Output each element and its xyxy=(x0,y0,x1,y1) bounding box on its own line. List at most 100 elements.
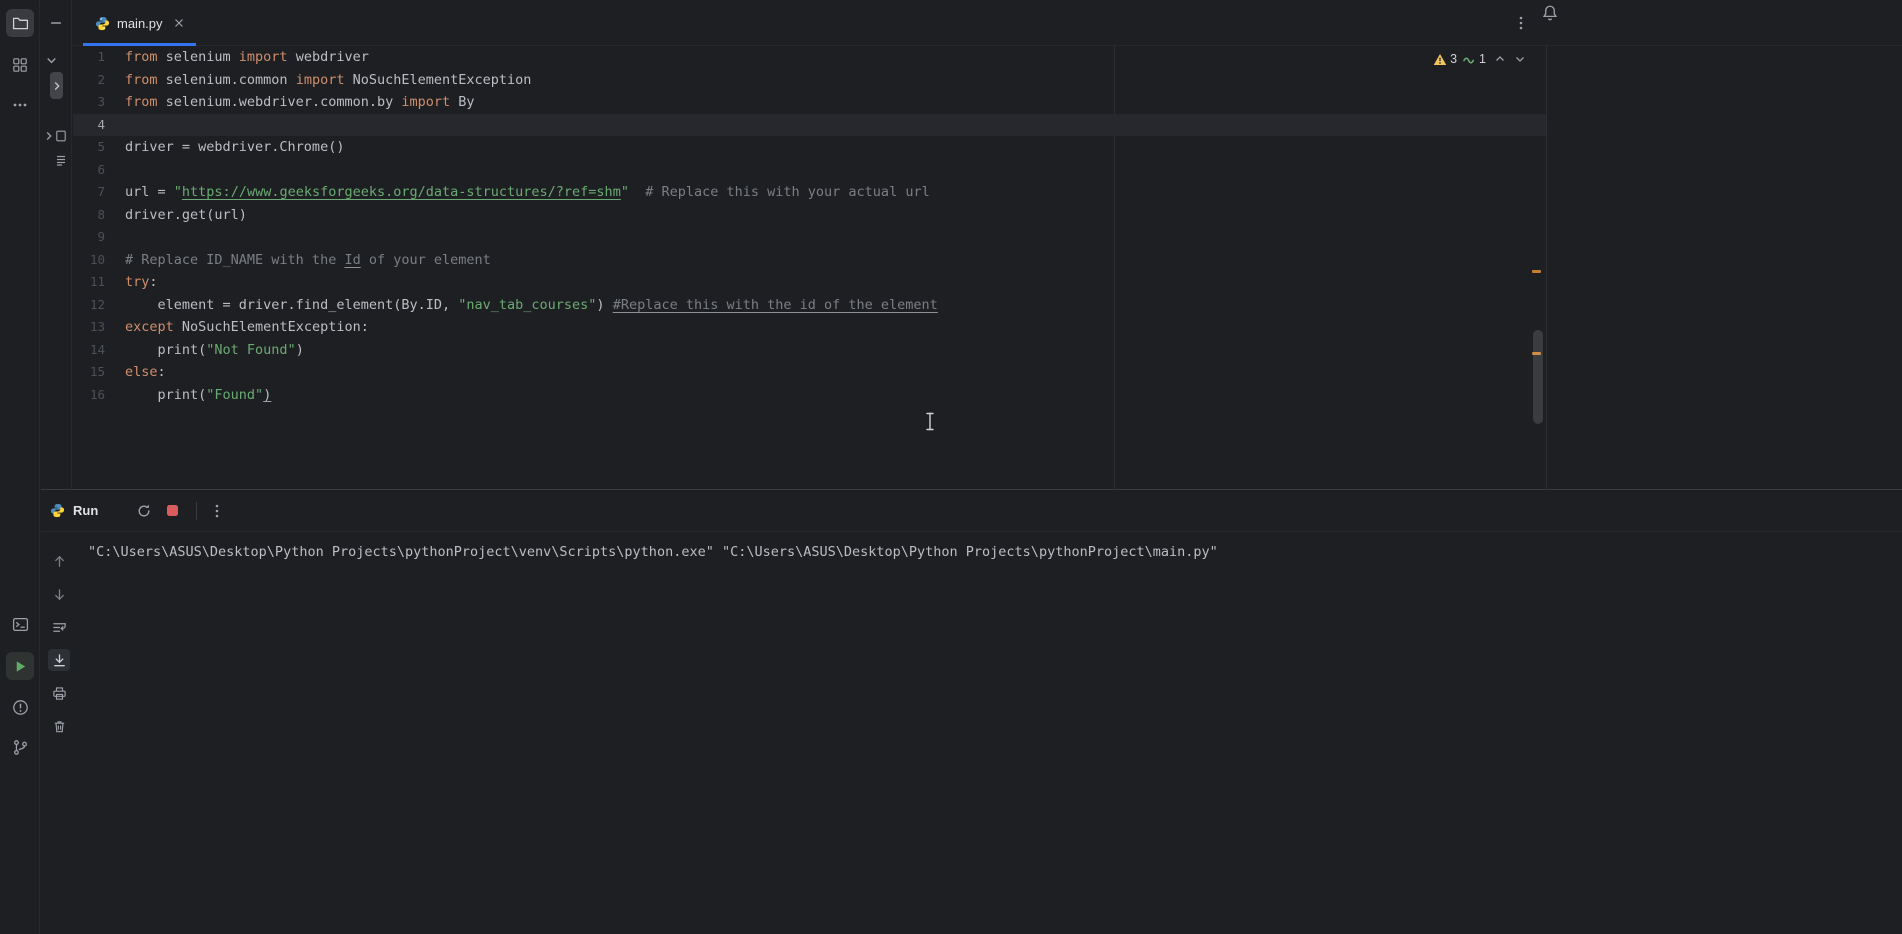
file-icon[interactable] xyxy=(55,130,67,142)
python-icon xyxy=(95,16,110,31)
warnings-indicator[interactable]: 3 xyxy=(1433,52,1457,66)
scrollbar-warning-mark[interactable] xyxy=(1532,270,1541,273)
close-icon[interactable] xyxy=(174,18,184,28)
sidebar-item-terminal[interactable] xyxy=(6,610,34,638)
line-number[interactable]: 13 xyxy=(73,316,113,339)
minimize-icon[interactable] xyxy=(50,17,62,29)
code-line[interactable]: 12 element = driver.find_element(By.ID, … xyxy=(73,294,1546,317)
sidebar-item-problems[interactable] xyxy=(6,693,34,721)
code-text: url = "https://www.geeksforgeeks.org/dat… xyxy=(125,184,930,200)
structure-icon xyxy=(12,57,28,73)
code-line[interactable]: 8 driver.get(url) xyxy=(73,204,1546,227)
code-line[interactable]: 14 print("Not Found") xyxy=(73,339,1546,362)
code-text: element = driver.find_element(By.ID, "na… xyxy=(125,296,938,313)
line-number[interactable]: 2 xyxy=(73,69,113,92)
code-text: else: xyxy=(125,364,166,380)
code-line[interactable]: 13 except NoSuchElementException: xyxy=(73,316,1546,339)
editor-scrollbar-thumb[interactable] xyxy=(1533,330,1543,424)
tab-label: main.py xyxy=(117,15,163,31)
soft-wrap-icon[interactable] xyxy=(48,616,70,638)
code-line[interactable]: 10 # Replace ID_NAME with the Id of your … xyxy=(73,249,1546,272)
git-branch-icon xyxy=(12,739,29,756)
arrow-up-icon[interactable] xyxy=(48,550,70,572)
code-text: except NoSuchElementException: xyxy=(125,319,369,335)
sidebar-item-more-tool-windows[interactable] xyxy=(6,91,34,119)
folder-icon xyxy=(12,15,29,32)
line-number[interactable]: 16 xyxy=(73,384,113,407)
kebab-icon[interactable] xyxy=(205,499,229,523)
line-number[interactable]: 9 xyxy=(73,226,113,249)
clear-icon[interactable] xyxy=(48,715,70,737)
kebab-icon[interactable] xyxy=(1513,15,1529,31)
right-empty-panel xyxy=(1546,46,1902,489)
list-icon[interactable] xyxy=(55,154,67,166)
code-text: driver.get(url) xyxy=(125,206,247,223)
code-lines: 1 from selenium import webdriver 2 from sel… xyxy=(73,46,1546,406)
code-text: try: xyxy=(125,274,158,290)
code-text: from selenium.common import NoSuchElemen… xyxy=(125,71,532,88)
problems-icon xyxy=(12,699,29,716)
console-output[interactable]: "C:\Users\ASUS\Desktop\Python Projects\p… xyxy=(77,532,1902,934)
rerun-icon[interactable] xyxy=(132,499,156,523)
project-tool-window-strip xyxy=(41,0,72,489)
line-number[interactable]: 15 xyxy=(73,361,113,384)
warning-count: 3 xyxy=(1450,52,1458,66)
line-number[interactable]: 5 xyxy=(73,136,113,159)
run-icon xyxy=(13,659,28,674)
sidebar-item-structure[interactable] xyxy=(6,51,34,79)
run-tool-window: Run "C:\Users\ASUS\Desktop\Python Projec… xyxy=(41,489,1902,934)
chevron-right-icon[interactable] xyxy=(43,130,55,142)
chevron-down-icon[interactable] xyxy=(1514,53,1526,65)
code-line[interactable]: 11 try: xyxy=(73,271,1546,294)
chevron-right-icon[interactable] xyxy=(51,80,63,92)
code-line[interactable]: 15 else: xyxy=(73,361,1546,384)
editor-tab-bar: main.py xyxy=(73,0,1902,46)
run-panel-title: Run xyxy=(73,503,99,518)
line-number[interactable]: 7 xyxy=(73,181,113,204)
line-number[interactable]: 12 xyxy=(73,294,113,317)
code-line[interactable]: 9 xyxy=(73,226,1546,249)
code-line[interactable]: 16 print("Found") xyxy=(73,384,1546,407)
print-icon[interactable] xyxy=(48,682,70,704)
terminal-icon xyxy=(12,616,29,633)
code-text: driver = webdriver.Chrome() xyxy=(125,139,345,155)
line-number[interactable]: 14 xyxy=(73,339,113,362)
code-text: from selenium import webdriver xyxy=(125,49,369,65)
line-number[interactable]: 8 xyxy=(73,204,113,227)
code-line[interactable]: 7 url = "https://www.geeksforgeeks.org/da… xyxy=(73,181,1546,204)
line-number[interactable]: 1 xyxy=(73,46,113,69)
console-toolbar xyxy=(41,532,77,934)
code-line[interactable]: 4 xyxy=(73,113,1546,137)
code-line[interactable]: 5 driver = webdriver.Chrome() xyxy=(73,136,1546,159)
code-text: from selenium.webdriver.common.by import… xyxy=(125,94,475,110)
code-editor[interactable]: 1 from selenium import webdriver 2 from sel… xyxy=(73,46,1546,489)
chevron-down-icon[interactable] xyxy=(45,54,58,67)
typo-count: 1 xyxy=(1479,52,1486,66)
stop-icon[interactable] xyxy=(160,499,184,523)
sidebar-item-project[interactable] xyxy=(6,9,34,37)
typos-indicator[interactable]: 1 xyxy=(1463,52,1486,66)
sidebar-item-run[interactable] xyxy=(6,652,34,680)
code-line[interactable]: 1 from selenium import webdriver xyxy=(73,46,1546,69)
sidebar-item-version-control[interactable] xyxy=(6,733,34,761)
console-line[interactable]: "C:\Users\ASUS\Desktop\Python Projects\p… xyxy=(88,542,1902,562)
run-header: Run xyxy=(41,490,1902,532)
code-text: print("Found") xyxy=(125,386,272,403)
line-number[interactable]: 11 xyxy=(73,271,113,294)
line-number[interactable]: 6 xyxy=(73,159,113,182)
scroll-to-end-icon[interactable] xyxy=(48,649,70,671)
tab-main-py[interactable]: main.py xyxy=(83,0,196,46)
bell-icon[interactable] xyxy=(1541,4,1559,22)
inspection-widget: 3 1 xyxy=(1429,50,1530,68)
line-number[interactable]: 3 xyxy=(73,91,113,114)
code-line[interactable]: 6 xyxy=(73,159,1546,182)
more-icon xyxy=(12,97,28,113)
code-line[interactable]: 2 from selenium.common import NoSuchEleme… xyxy=(73,69,1546,92)
line-number[interactable]: 4 xyxy=(73,114,113,137)
code-text: print("Not Found") xyxy=(125,341,304,358)
line-number[interactable]: 10 xyxy=(73,249,113,272)
code-line[interactable]: 3 from selenium.webdriver.common.by impor… xyxy=(73,91,1546,114)
active-tab-indicator xyxy=(83,43,196,46)
arrow-down-icon[interactable] xyxy=(48,583,70,605)
chevron-up-icon[interactable] xyxy=(1494,53,1506,65)
